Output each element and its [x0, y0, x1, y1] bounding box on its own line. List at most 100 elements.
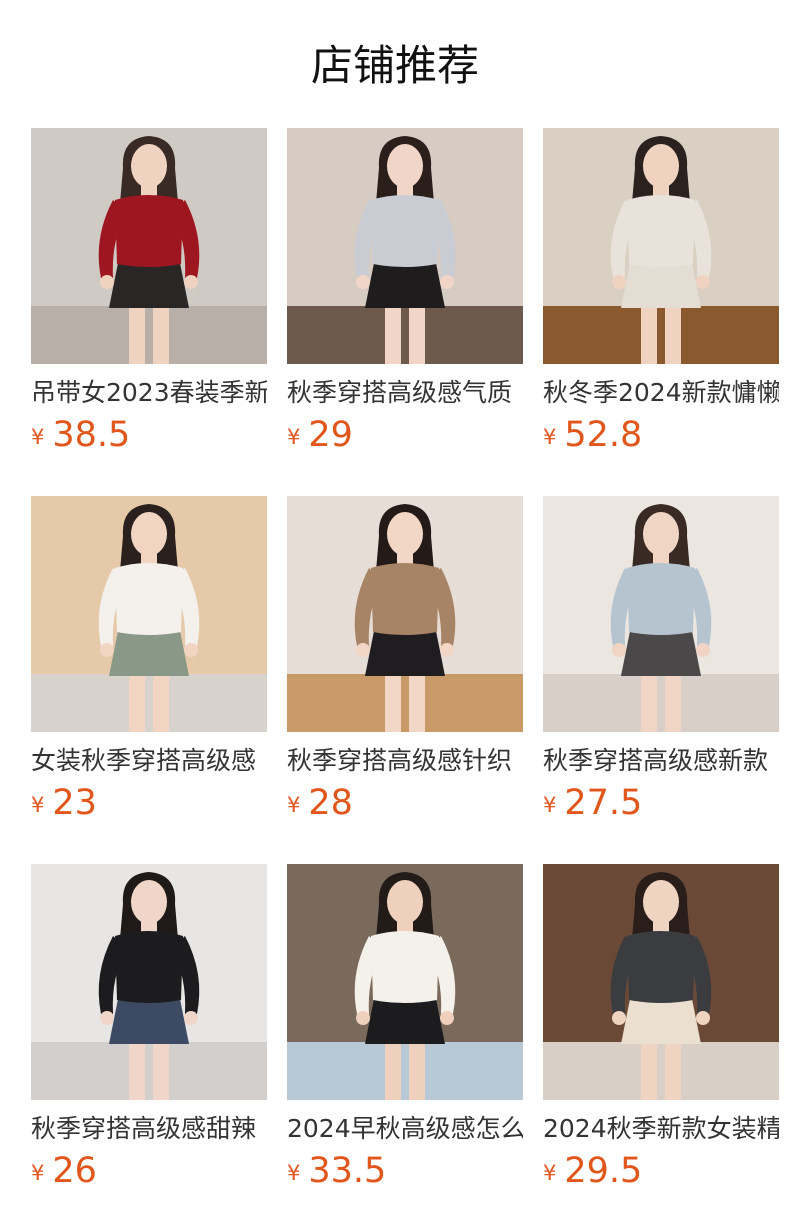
model-top	[115, 931, 183, 1003]
product-photo	[287, 128, 523, 364]
product-name[interactable]: 秋季穿搭高级感甜辣	[31, 1112, 267, 1146]
model-face	[131, 144, 167, 188]
model-hand	[696, 643, 710, 657]
product-card[interactable]: 秋季穿搭高级感气质 ¥29	[287, 128, 523, 496]
model-top	[627, 931, 695, 1003]
product-price: ¥33.5	[287, 1149, 523, 1193]
photo-floor	[543, 306, 779, 364]
product-price: ¥38.5	[31, 413, 267, 457]
product-name[interactable]: 2024早秋高级感怎么	[287, 1112, 523, 1146]
photo-floor	[31, 1042, 267, 1100]
product-image[interactable]	[287, 864, 523, 1100]
price-amount: 29	[308, 415, 353, 455]
product-card[interactable]: 秋季穿搭高级感新款 ¥27.5	[543, 496, 779, 864]
price-amount: 33.5	[308, 1151, 387, 1191]
currency-symbol: ¥	[31, 425, 45, 449]
model-hand	[184, 1011, 198, 1025]
product-name[interactable]: 吊带女2023春装季新	[31, 376, 267, 410]
section-title: 店铺推荐	[310, 41, 479, 90]
model-hand	[696, 1011, 710, 1025]
model-hand	[356, 643, 370, 657]
product-card[interactable]: 秋季穿搭高级感针织 ¥28	[287, 496, 523, 864]
product-name[interactable]: 秋季穿搭高级感气质	[287, 376, 523, 410]
product-card[interactable]: 吊带女2023春装季新 ¥38.5	[31, 128, 267, 496]
product-name[interactable]: 秋冬季2024新款慵懒	[543, 376, 779, 410]
photo-floor	[543, 1042, 779, 1100]
product-image[interactable]	[543, 496, 779, 732]
model-top	[371, 195, 439, 267]
product-photo	[543, 128, 779, 364]
product-price: ¥28	[287, 781, 523, 825]
currency-symbol: ¥	[287, 793, 301, 817]
product-photo	[31, 496, 267, 732]
model-top	[115, 563, 183, 635]
model-top	[371, 931, 439, 1003]
model-hand	[612, 1011, 626, 1025]
price-amount: 26	[52, 1151, 97, 1191]
model-hand	[356, 1011, 370, 1025]
product-name[interactable]: 秋季穿搭高级感新款	[543, 744, 779, 778]
photo-floor	[287, 674, 523, 732]
model-hand	[100, 275, 114, 289]
price-amount: 28	[308, 783, 353, 823]
product-photo	[287, 864, 523, 1100]
product-image[interactable]	[287, 128, 523, 364]
product-card[interactable]: 女装秋季穿搭高级感 ¥23	[31, 496, 267, 864]
model-face	[643, 512, 679, 556]
shop-recommend-page: 店铺推荐 吊带女2023春装季新 ¥38.5 秋季穿搭高级感气质 ¥29 秋冬季…	[0, 0, 790, 1232]
price-amount: 29.5	[564, 1151, 643, 1191]
product-image[interactable]	[287, 496, 523, 732]
product-grid: 吊带女2023春装季新 ¥38.5 秋季穿搭高级感气质 ¥29 秋冬季2024新…	[31, 128, 779, 1232]
model-hand	[184, 275, 198, 289]
model-face	[387, 144, 423, 188]
model-top	[627, 195, 695, 267]
model-face	[643, 144, 679, 188]
product-image[interactable]	[543, 864, 779, 1100]
product-name[interactable]: 女装秋季穿搭高级感	[31, 744, 267, 778]
product-card[interactable]: 秋季穿搭高级感甜辣 ¥26	[31, 864, 267, 1232]
model-hand	[440, 1011, 454, 1025]
model-top	[115, 195, 183, 267]
model-hand	[100, 1011, 114, 1025]
currency-symbol: ¥	[543, 425, 557, 449]
model-top	[627, 563, 695, 635]
model-top	[371, 563, 439, 635]
product-card[interactable]: 2024秋季新款女装精 ¥29.5	[543, 864, 779, 1232]
currency-symbol: ¥	[543, 793, 557, 817]
model-face	[643, 880, 679, 924]
product-name[interactable]: 2024秋季新款女装精	[543, 1112, 779, 1146]
model-hand	[696, 275, 710, 289]
price-amount: 38.5	[52, 415, 131, 455]
product-photo	[287, 496, 523, 732]
model-hand	[612, 643, 626, 657]
photo-floor	[31, 674, 267, 732]
product-image[interactable]	[31, 864, 267, 1100]
product-image[interactable]	[31, 496, 267, 732]
currency-symbol: ¥	[543, 1161, 557, 1185]
product-price: ¥27.5	[543, 781, 779, 825]
product-photo	[543, 496, 779, 732]
photo-floor	[543, 674, 779, 732]
price-amount: 52.8	[564, 415, 643, 455]
model-hand	[356, 275, 370, 289]
product-photo	[31, 128, 267, 364]
model-face	[131, 880, 167, 924]
price-amount: 27.5	[564, 783, 643, 823]
product-card[interactable]: 秋冬季2024新款慵懒 ¥52.8	[543, 128, 779, 496]
model-face	[387, 512, 423, 556]
product-image[interactable]	[543, 128, 779, 364]
product-image[interactable]	[31, 128, 267, 364]
currency-symbol: ¥	[31, 1161, 45, 1185]
product-name[interactable]: 秋季穿搭高级感针织	[287, 744, 523, 778]
model-hand	[612, 275, 626, 289]
model-hand	[100, 643, 114, 657]
product-card[interactable]: 2024早秋高级感怎么 ¥33.5	[287, 864, 523, 1232]
product-price: ¥52.8	[543, 413, 779, 457]
model-face	[131, 512, 167, 556]
price-amount: 23	[52, 783, 97, 823]
model-hand	[184, 643, 198, 657]
product-price: ¥26	[31, 1149, 267, 1193]
photo-floor	[287, 306, 523, 364]
product-price: ¥29	[287, 413, 523, 457]
product-price: ¥29.5	[543, 1149, 779, 1193]
